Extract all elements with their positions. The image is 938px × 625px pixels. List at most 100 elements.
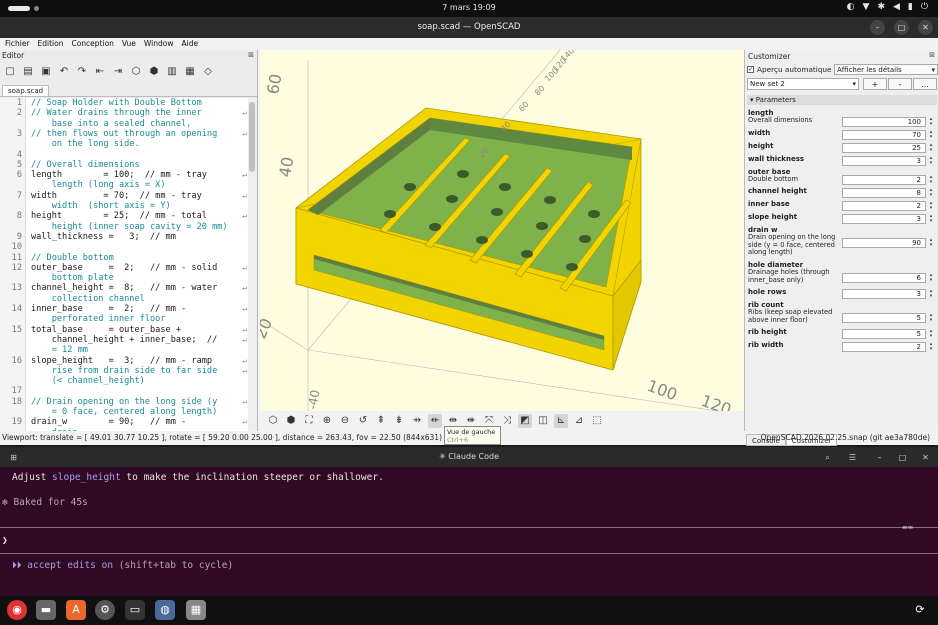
- remove-preset-button[interactable]: -: [888, 78, 912, 90]
- tab-soap-scad[interactable]: soap.scad: [2, 85, 50, 96]
- code-line[interactable]: 10: [0, 242, 248, 252]
- minimize-button[interactable]: –: [872, 450, 887, 465]
- 3d-viewport[interactable]: 60 40 20 -40 100 120 20 40 60 80 100 120…: [260, 50, 744, 411]
- param-value-input[interactable]: 90: [842, 238, 926, 249]
- editor-close-icon[interactable]: ⊠: [248, 51, 254, 59]
- maximize-button[interactable]: □: [895, 450, 910, 465]
- chrome-icon[interactable]: ◉: [7, 600, 27, 620]
- code-line[interactable]: 12 outer_base = 2; // mm - solid ↵: [0, 263, 248, 273]
- open-file-icon[interactable]: ▤: [21, 65, 35, 79]
- param-value-input[interactable]: 25: [842, 142, 926, 153]
- code-line[interactable]: 6 length = 100; // mm - tray ↵: [0, 170, 248, 180]
- param-value-input[interactable]: 6: [842, 273, 926, 283]
- auto-preview-checkbox[interactable]: ✓: [747, 66, 754, 73]
- code-line[interactable]: 14 inner_base = 2; // mm - ↵: [0, 304, 248, 314]
- editor-scrollbar-thumb[interactable]: [249, 102, 255, 172]
- export-dxf-icon[interactable]: ▦: [183, 65, 197, 79]
- undo-icon[interactable]: ↶: [57, 65, 71, 79]
- send-to-print-icon[interactable]: ◇: [201, 65, 215, 79]
- files-icon[interactable]: ▬: [36, 600, 56, 620]
- reset-view-icon[interactable]: ↺: [356, 414, 370, 428]
- code-line[interactable]: bottom plate: [0, 273, 248, 283]
- openscad-icon[interactable]: ◍: [155, 600, 175, 620]
- param-value-input[interactable]: 2: [842, 342, 926, 353]
- menu-window[interactable]: Window: [144, 38, 174, 50]
- param-value-input[interactable]: 70: [842, 129, 926, 140]
- code-line[interactable]: 5 // Overall dimensions: [0, 160, 248, 170]
- detail-select[interactable]: Afficher les détails ▾: [834, 64, 938, 75]
- close-button[interactable]: ✕: [918, 20, 933, 35]
- zoom-out-icon[interactable]: ⊖: [338, 414, 352, 428]
- menu-icon[interactable]: ☰: [845, 450, 860, 465]
- clock[interactable]: 7 mars 19:09: [0, 3, 938, 12]
- spinner-icon[interactable]: ▴ ▾: [927, 329, 935, 339]
- indent-icon[interactable]: ⇥: [111, 65, 125, 79]
- view-left-icon[interactable]: ⇷: [428, 414, 442, 428]
- spinner-icon[interactable]: ▴ ▾: [927, 155, 935, 166]
- code-line[interactable]: 4: [0, 150, 248, 160]
- code-line[interactable]: = 0 face, centered along length): [0, 407, 248, 417]
- code-line[interactable]: 17: [0, 386, 248, 396]
- export-stl-icon[interactable]: ▥: [165, 65, 179, 79]
- show-edges-icon[interactable]: ⬚: [590, 414, 604, 428]
- spinner-icon[interactable]: ▴ ▾: [927, 238, 935, 248]
- code-line[interactable]: 7 width = 70; // mm - tray ↵: [0, 191, 248, 201]
- preset-select[interactable]: New set 2 ▾: [747, 78, 859, 90]
- show-axes-icon[interactable]: ⊾: [554, 414, 568, 428]
- perspective-icon[interactable]: ◩: [518, 414, 532, 428]
- code-line[interactable]: 9 wall_thickness = 3; // mm: [0, 232, 248, 242]
- view-bottom-icon[interactable]: ⇟: [392, 414, 406, 428]
- new-file-icon[interactable]: ▢: [3, 65, 17, 79]
- code-line[interactable]: = 12 mm: [0, 345, 248, 355]
- code-line[interactable]: 3 // then flows out through an opening ↵: [0, 129, 248, 139]
- menu-aide[interactable]: Aide: [182, 38, 199, 50]
- code-line[interactable]: width (short axis = Y): [0, 201, 248, 211]
- param-value-input[interactable]: 2: [842, 175, 926, 186]
- spinner-icon[interactable]: ▴ ▾: [927, 201, 935, 211]
- code-line[interactable]: 13 channel_height = 8; // mm - water ↵: [0, 283, 248, 293]
- spinner-icon[interactable]: ▴ ▾: [927, 142, 935, 153]
- minimize-button[interactable]: –: [870, 20, 885, 35]
- close-button[interactable]: ✕: [918, 450, 933, 465]
- code-line[interactable]: 8 height = 25; // mm - total ↵: [0, 211, 248, 221]
- code-line[interactable]: base into a sealed channel,: [0, 119, 248, 129]
- spinner-icon[interactable]: ▴ ▾: [927, 214, 935, 224]
- maximize-button[interactable]: □: [894, 20, 909, 35]
- code-line[interactable]: 2 // Water drains through the inner ↵: [0, 108, 248, 118]
- spinner-icon[interactable]: ▴ ▾: [927, 342, 935, 352]
- code-line[interactable]: height (inner soap cavity = 20 mm): [0, 222, 248, 232]
- spinner-icon[interactable]: ▴ ▾: [927, 129, 935, 140]
- param-value-input[interactable]: 5: [842, 329, 926, 340]
- system-tray[interactable]: ◐ ▼ ✱ ◀ ▮ ⏻: [847, 2, 928, 12]
- param-value-input[interactable]: 3: [842, 214, 926, 225]
- trash-icon[interactable]: ▦: [186, 600, 206, 620]
- spinner-icon[interactable]: ▴ ▾: [927, 116, 935, 127]
- code-line[interactable]: (< channel_height): [0, 376, 248, 386]
- code-line[interactable]: on the long side.: [0, 139, 248, 149]
- mode-indicator[interactable]: ⏵⏵ accept edits on (shift+tab to cycle): [12, 560, 233, 571]
- code-line[interactable]: 19 drain_w = 90; // mm - ↵: [0, 417, 248, 427]
- orthogonal-icon[interactable]: ◫: [536, 414, 550, 428]
- preview-icon[interactable]: ⬡: [129, 65, 143, 79]
- param-value-input[interactable]: 100: [842, 116, 926, 127]
- view-center-icon[interactable]: ⤨: [500, 414, 514, 428]
- code-line[interactable]: channel_height + inner_base; // ↵: [0, 335, 248, 345]
- code-line[interactable]: 1 // Soap Holder with Double Bottom: [0, 98, 248, 108]
- unindent-icon[interactable]: ⇤: [93, 65, 107, 79]
- search-icon[interactable]: ⌕: [820, 450, 835, 465]
- param-value-input[interactable]: 8: [842, 188, 926, 199]
- settings-icon[interactable]: ⚙: [95, 600, 115, 620]
- spinner-icon[interactable]: ▴ ▾: [927, 273, 935, 283]
- code-line[interactable]: 18 // Drain opening on the long side (y ↵: [0, 397, 248, 407]
- preview-icon[interactable]: ⬡: [266, 414, 280, 428]
- spinner-icon[interactable]: ▴ ▾: [927, 175, 935, 185]
- view-top-icon[interactable]: ⇞: [374, 414, 388, 428]
- more-preset-button[interactable]: ...: [913, 78, 937, 90]
- code-line[interactable]: 11 // Double bottom: [0, 253, 248, 263]
- editor-scrollbar[interactable]: [248, 98, 256, 431]
- render-icon[interactable]: ⬢: [284, 414, 298, 428]
- code-editor[interactable]: 1 // Soap Holder with Double Bottom 2 // Wa…: [0, 98, 248, 431]
- menu-vue[interactable]: Vue: [122, 38, 136, 50]
- code-line[interactable]: perforated inner floor: [0, 314, 248, 324]
- code-line[interactable]: 15 total_base = outer_base + ↵: [0, 325, 248, 335]
